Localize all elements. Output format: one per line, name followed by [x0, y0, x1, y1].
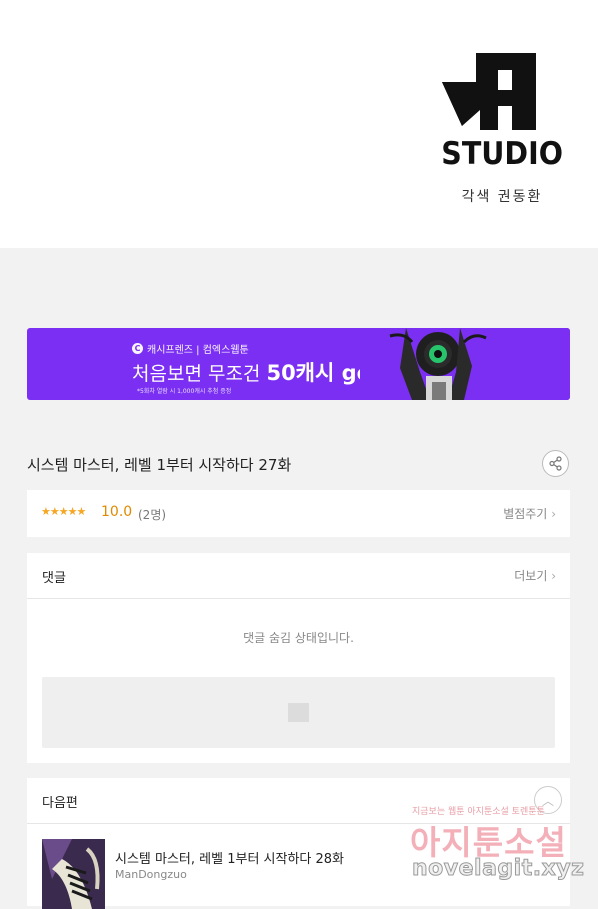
comments-card: 댓글 더보기 › 댓글 숨김 상태입니다.	[27, 553, 570, 763]
next-episode-section-title: 다음편	[42, 796, 78, 811]
share-icon	[549, 456, 562, 471]
rating-card: ★★★★★ 10.0 (2명) 별점주기 ›	[27, 490, 570, 537]
rate-button[interactable]: 별점주기 ›	[503, 505, 556, 522]
episode-title: 시스템 마스터, 레벨 1부터 시작하다 27화	[27, 456, 292, 474]
promo-banner[interactable]: C 캐시프렌즈 | 컴엑스웹툰 처음보면 무조건 50캐시 get!! *5화차…	[27, 328, 570, 400]
comments-title: 댓글	[42, 571, 66, 586]
comments-hidden-message: 댓글 숨김 상태입니다.	[243, 631, 354, 645]
rating-score: 10.0	[101, 504, 133, 520]
header-logo-area: STUDIO 각색 권동환	[0, 0, 598, 248]
robot-character-icon	[360, 328, 570, 400]
banner-brand: C 캐시프렌즈 | 컴엑스웹툰	[132, 341, 249, 356]
rating-count: (2명)	[138, 508, 167, 522]
rating-stars: ★★★★★	[41, 505, 86, 518]
image-placeholder-icon	[288, 703, 309, 722]
next-episode-header: 다음편	[27, 778, 570, 824]
studio-wordmark: STUDIO	[441, 136, 563, 172]
comments-more-button[interactable]: 더보기 ›	[514, 567, 556, 584]
rate-button-label: 별점주기	[503, 507, 548, 521]
comment-placeholder-box[interactable]	[42, 677, 555, 748]
next-episode-title[interactable]: 시스템 마스터, 레벨 1부터 시작하다 28화	[115, 848, 344, 867]
banner-note: *5화차 열람 시 1,000캐시 추첨 증정	[137, 388, 232, 395]
next-episode-art-icon	[42, 839, 105, 909]
share-button[interactable]	[542, 450, 569, 477]
studio-logo: STUDIO 각색 권동환	[436, 48, 568, 208]
next-episode-thumbnail[interactable]	[42, 839, 105, 909]
adaptation-credit: 각색 권동환	[461, 189, 543, 205]
cash-friends-icon: C	[132, 343, 143, 354]
comments-header: 댓글 더보기 ›	[27, 553, 570, 599]
comments-more-label: 더보기	[514, 569, 548, 583]
arrow-up-icon: ︿	[541, 793, 554, 808]
next-episode-card: 다음편 시스템 마스터, 레벨 1부터 시작하다 28화 ManDongzuo	[27, 778, 570, 909]
next-episode-author: ManDongzuo	[115, 868, 187, 881]
chevron-right-icon: ›	[551, 507, 556, 521]
banner-brand-text: 캐시프렌즈 | 컴엑스웹툰	[147, 345, 249, 356]
banner-headline-prefix: 처음보면 무조건	[132, 363, 261, 385]
chevron-right-icon: ›	[551, 569, 556, 583]
scroll-top-button[interactable]: ︿	[534, 786, 562, 814]
studio-emblem-icon	[442, 53, 536, 130]
